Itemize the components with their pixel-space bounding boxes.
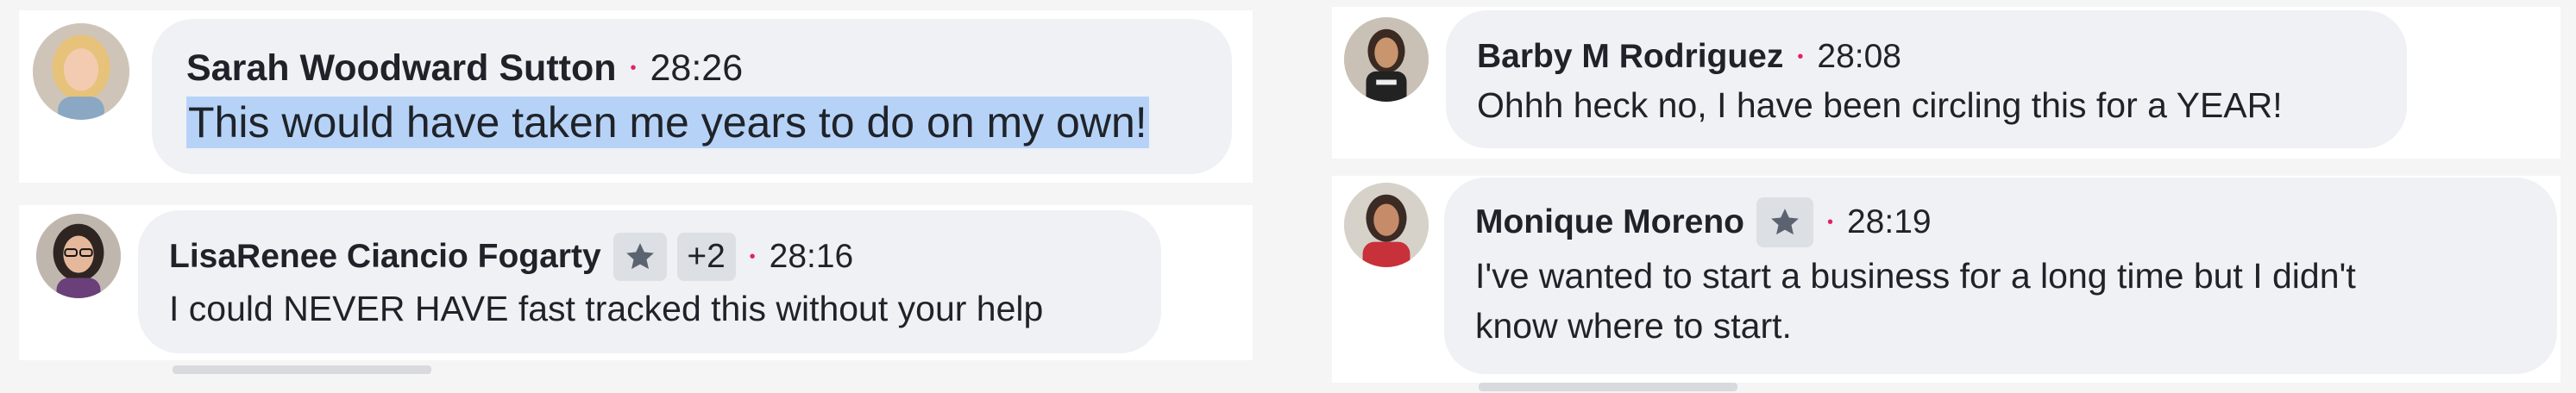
- star-badge[interactable]: [613, 233, 667, 281]
- profile-photo-icon: [36, 214, 121, 298]
- truncated-row: [1479, 383, 1737, 391]
- star-badge-icon: [1771, 209, 1799, 235]
- comment-text: Ohhh heck no, I have been circling this …: [1477, 85, 2283, 125]
- timestamp[interactable]: 28:08: [1817, 38, 1901, 76]
- star-badge-icon: [625, 243, 654, 270]
- comment-text-line-1: I've wanted to start a business for a lo…: [1475, 256, 2356, 296]
- comment-text-line-2: know where to start.: [1475, 306, 1792, 346]
- avatar[interactable]: [1344, 183, 1429, 267]
- extra-badges-count[interactable]: +2: [676, 233, 736, 281]
- comment-meta: Sarah Woodward Sutton • 28:26: [186, 47, 743, 90]
- author-name[interactable]: Sarah Woodward Sutton: [186, 47, 617, 90]
- comment-bubble: [1446, 10, 2407, 148]
- avatar[interactable]: [1344, 17, 1429, 102]
- profile-photo-icon: [1344, 183, 1429, 267]
- timestamp[interactable]: 28:19: [1847, 203, 1932, 241]
- separator-dot: •: [749, 246, 756, 266]
- comment-text: This would have taken me years to do on …: [186, 97, 1149, 148]
- comment-meta: LisaRenee Ciancio Fogarty +2 • 28:16: [169, 233, 853, 281]
- separator-dot: •: [1826, 212, 1833, 232]
- avatar[interactable]: [33, 23, 129, 120]
- separator-dot: •: [1797, 47, 1804, 66]
- timestamp[interactable]: 28:26: [650, 47, 744, 90]
- comment-meta: Monique Moreno • 28:19: [1475, 196, 1932, 248]
- author-name[interactable]: Monique Moreno: [1475, 203, 1744, 241]
- profile-photo-icon: [1344, 17, 1429, 102]
- timestamp[interactable]: 28:16: [770, 238, 854, 276]
- author-name[interactable]: LisaRenee Ciancio Fogarty: [169, 238, 601, 276]
- avatar[interactable]: [36, 214, 121, 298]
- separator-dot: •: [630, 58, 637, 78]
- star-badge[interactable]: [1756, 197, 1813, 247]
- truncated-row: [173, 365, 431, 374]
- comment-text: I could NEVER HAVE fast tracked this wit…: [169, 289, 1044, 328]
- comment-meta: Barby M Rodriguez • 28:08: [1477, 36, 1901, 78]
- author-name[interactable]: Barby M Rodriguez: [1477, 38, 1783, 76]
- profile-photo-icon: [33, 23, 129, 120]
- comment-bubble: [138, 210, 1161, 353]
- selected-text: This would have taken me years to do on …: [186, 97, 1149, 148]
